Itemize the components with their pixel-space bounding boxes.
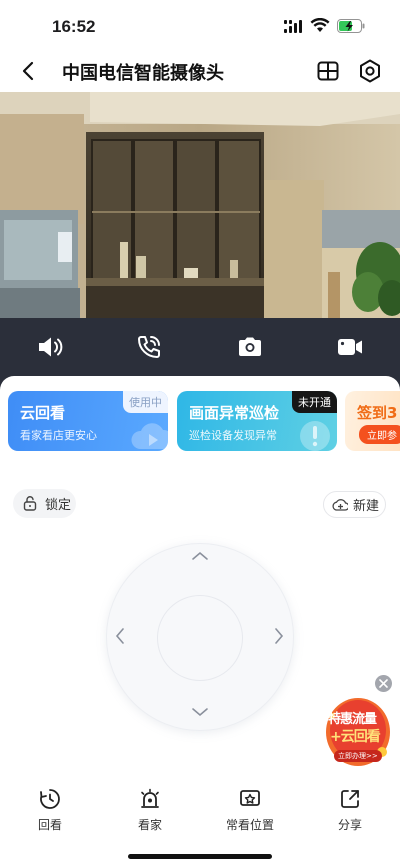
new-label: 新建 <box>353 499 380 514</box>
check-in-card[interactable]: 签到3 立即参 <box>345 391 400 451</box>
camera-scene-image <box>0 92 400 318</box>
promo-line-1: 特惠流量 <box>328 712 377 727</box>
tab-label: 分享 <box>337 818 362 832</box>
snapshot-button[interactable] <box>235 332 265 362</box>
new-preset-button[interactable]: 新建 <box>323 491 386 518</box>
camera-icon <box>239 337 261 356</box>
pan-right-button[interactable] <box>269 626 289 646</box>
video-camera-icon <box>338 339 362 355</box>
share-icon <box>341 790 359 808</box>
sound-button[interactable] <box>35 332 65 362</box>
record-button[interactable] <box>335 332 365 362</box>
card-title: 云回看 <box>20 404 66 422</box>
card-subtitle: 看家看店更安心 <box>20 429 97 442</box>
cloud-playback-card[interactable]: 云回看 看家看店更安心 使用中 <box>8 391 168 451</box>
pan-left-button[interactable] <box>110 626 130 646</box>
speaker-icon <box>39 337 63 357</box>
status-badge: 未开通 <box>292 391 337 413</box>
tab-label: 回看 <box>37 818 62 832</box>
intercom-button[interactable] <box>134 332 164 362</box>
unlock-icon <box>23 496 37 511</box>
playback-clock-icon <box>40 789 60 809</box>
chevron-right-icon <box>275 628 284 644</box>
battery-charging-icon <box>337 19 365 33</box>
promo-line-2: +云回看 <box>330 729 381 745</box>
bottom-tab-bar: 回看 看家 常看位置 分享 <box>0 780 400 840</box>
tab-playback[interactable]: 回看 <box>20 788 80 833</box>
status-bar: 16:52 <box>0 0 400 50</box>
home-indicator[interactable] <box>128 854 272 859</box>
lock-label: 锁定 <box>45 498 72 513</box>
settings-button[interactable] <box>357 58 383 84</box>
favorite-location-icon <box>240 790 260 806</box>
lock-button[interactable]: 锁定 <box>13 489 76 518</box>
settings-hex-icon <box>360 59 380 83</box>
chevron-down-icon <box>192 708 208 717</box>
live-video-feed[interactable] <box>0 92 400 318</box>
anomaly-patrol-card[interactable]: 画面异常巡检 巡检设备发现异常 未开通 <box>177 391 337 451</box>
card-subtitle: 巡检设备发现异常 <box>189 429 277 442</box>
wifi-icon <box>310 18 330 32</box>
status-badge: 使用中 <box>123 391 168 413</box>
close-icon <box>379 679 388 688</box>
tab-share[interactable]: 分享 <box>320 788 380 833</box>
card-title: 画面异常巡检 <box>189 404 280 422</box>
cloud-play-icon <box>131 423 168 449</box>
join-now-button[interactable]: 立即参 <box>359 425 400 444</box>
card-title: 签到3 <box>357 404 398 422</box>
pan-down-button[interactable] <box>190 702 210 722</box>
multi-view-button[interactable] <box>316 59 340 83</box>
close-promo-button[interactable] <box>375 675 392 692</box>
pan-up-button[interactable] <box>190 546 210 566</box>
chevron-up-icon <box>192 551 208 560</box>
ptz-center[interactable] <box>157 595 243 681</box>
phone-call-icon <box>138 336 160 358</box>
chevron-left-icon <box>22 61 34 81</box>
promo-cta[interactable]: 立即办理>> <box>334 750 382 762</box>
add-cloud-icon <box>332 498 348 511</box>
alert-exclamation-icon <box>300 421 330 451</box>
data-plan-promo[interactable]: 特惠流量 +云回看 立即办理>> <box>322 692 394 770</box>
page-title: 中国电信智能摄像头 <box>62 63 224 84</box>
video-controls-bar <box>0 318 400 376</box>
tab-favorite-positions[interactable]: 常看位置 <box>220 788 280 833</box>
cellular-signal-icon <box>284 20 302 33</box>
navigation-bar: 中国电信智能摄像头 <box>0 50 400 92</box>
grid-view-icon <box>317 61 339 81</box>
tab-label: 看家 <box>137 818 162 832</box>
alarm-siren-icon <box>141 788 159 808</box>
chevron-left-icon <box>115 628 124 644</box>
tab-home-guard[interactable]: 看家 <box>120 788 180 833</box>
back-button[interactable] <box>14 56 42 86</box>
status-time: 16:52 <box>52 17 96 36</box>
tab-label: 常看位置 <box>225 818 274 832</box>
